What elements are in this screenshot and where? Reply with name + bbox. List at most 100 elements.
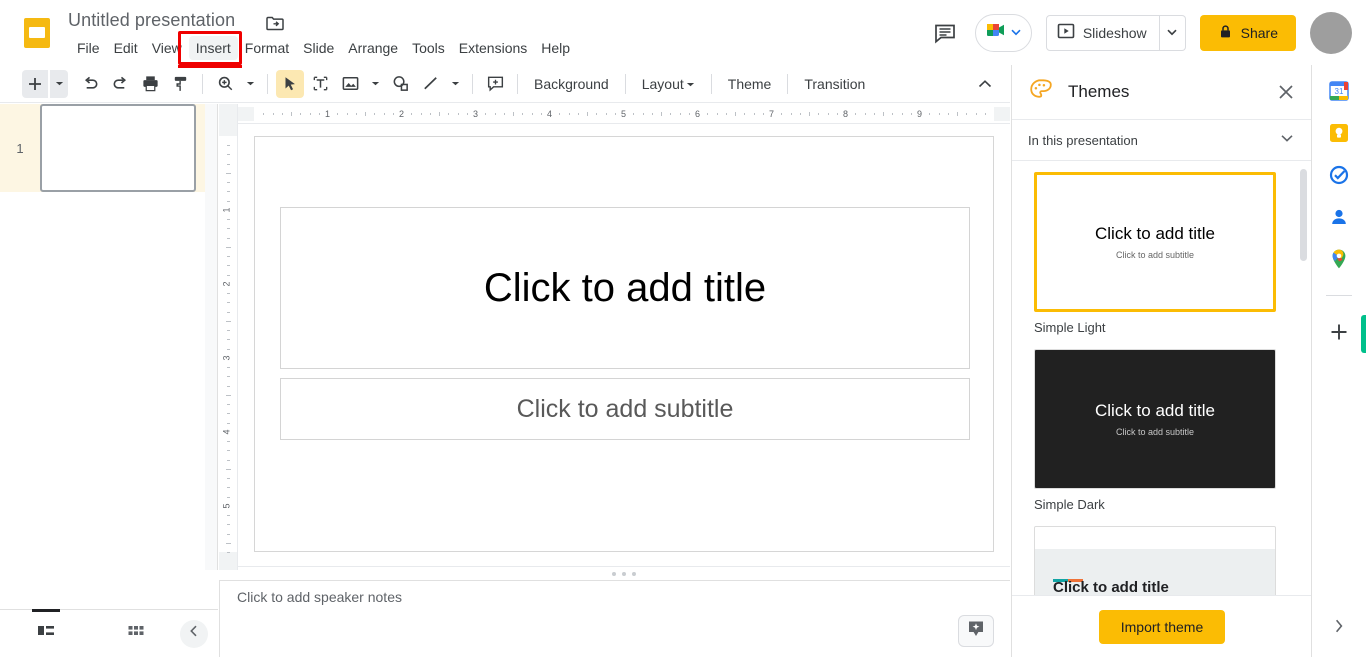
collapse-filmstrip-button[interactable] — [180, 619, 208, 648]
select-tool-button[interactable] — [276, 69, 304, 98]
ruler-tick — [227, 145, 230, 147]
theme-button[interactable]: Theme — [720, 72, 780, 96]
move-to-folder-icon[interactable] — [265, 13, 285, 33]
splitter-dot — [632, 571, 636, 576]
themes-panel-footer: Import theme — [1012, 595, 1312, 657]
slide-filmstrip[interactable]: 1 — [0, 104, 218, 570]
slideshow-button[interactable]: Slideshow — [1045, 14, 1160, 51]
themes-section-toggle[interactable]: In this presentation — [1012, 119, 1311, 161]
ruler-tick — [281, 113, 283, 115]
ruler-tick — [227, 330, 230, 332]
menu-tools[interactable]: Tools — [405, 36, 452, 60]
ruler-tick — [227, 237, 230, 239]
slide-surface[interactable]: Click to add title Click to add subtitle — [254, 136, 994, 552]
themes-list[interactable]: Click to add title Click to add subtitle… — [1012, 162, 1312, 657]
insert-image-button[interactable] — [336, 70, 364, 98]
ruler-tick — [227, 228, 230, 230]
background-button[interactable]: Background — [526, 72, 617, 96]
chevron-left-icon — [187, 624, 201, 643]
title-placeholder[interactable]: Click to add title — [280, 207, 970, 369]
ruler-tick — [300, 113, 302, 115]
menu-file[interactable]: File — [70, 36, 107, 60]
zoom-options-button[interactable] — [241, 70, 259, 98]
slide-thumbnail[interactable] — [40, 104, 196, 192]
undo-button[interactable] — [76, 70, 104, 98]
gemini-assist-button[interactable] — [958, 615, 994, 647]
zoom-button[interactable] — [211, 70, 239, 98]
ruler-tick — [503, 113, 505, 115]
add-comment-button[interactable] — [481, 70, 509, 98]
redo-button[interactable] — [106, 70, 134, 98]
speaker-notes-pane[interactable]: Click to add speaker notes — [219, 580, 1010, 657]
ruler-tick — [781, 113, 783, 115]
collapse-toolbar-button[interactable] — [972, 71, 998, 97]
ruler-tick — [725, 113, 727, 115]
top-bar: Untitled presentation File Edit View Ins… — [0, 0, 1366, 65]
ruler-tick — [227, 376, 230, 378]
ruler-tick — [411, 113, 413, 115]
print-button[interactable] — [136, 70, 164, 98]
shape-button[interactable] — [386, 70, 414, 98]
menu-arrange[interactable]: Arrange — [341, 36, 405, 60]
import-theme-button[interactable]: Import theme — [1098, 609, 1226, 644]
new-slide-options-button[interactable] — [50, 69, 68, 98]
transition-button[interactable]: Transition — [796, 72, 873, 96]
filmstrip-scrollbar[interactable] — [205, 104, 217, 570]
close-icon[interactable] — [1275, 81, 1297, 103]
google-keep-icon[interactable] — [1327, 121, 1351, 145]
google-contacts-icon[interactable] — [1327, 205, 1351, 229]
theme-preview-card[interactable]: Click to add title Click to add subtitle — [1034, 349, 1276, 489]
ruler-tick — [227, 191, 230, 193]
side-apps-rail: 31 — [1311, 65, 1366, 657]
toolbar-divider — [472, 73, 473, 94]
ruler-tick — [355, 113, 357, 115]
grid-view-button[interactable] — [114, 616, 158, 652]
ruler-tick — [227, 339, 230, 341]
theme-item-simple-light[interactable]: Click to add title Click to add subtitle… — [1034, 172, 1288, 335]
menu-slide[interactable]: Slide — [296, 36, 341, 60]
avatar[interactable] — [1310, 11, 1352, 54]
bottom-left-bar — [0, 608, 218, 657]
notes-splitter[interactable] — [238, 566, 1010, 580]
toolbar-divider — [787, 73, 789, 94]
layout-button[interactable]: Layout — [634, 72, 703, 96]
theme-preview-card[interactable]: Click to add title Click to add subtitle — [1034, 172, 1276, 312]
ruler-tick — [227, 515, 230, 517]
subtitle-placeholder[interactable]: Click to add subtitle — [280, 378, 970, 440]
paint-format-button[interactable] — [166, 70, 194, 98]
ruler-tick — [485, 113, 487, 115]
filmstrip-view-button[interactable] — [24, 608, 68, 652]
menu-insert[interactable]: Insert — [188, 36, 238, 60]
new-slide-button[interactable] — [22, 69, 48, 98]
share-button[interactable]: Share — [1199, 14, 1296, 51]
comment-history-icon[interactable] — [925, 13, 965, 53]
text-box-button[interactable] — [306, 70, 334, 98]
ruler-tick — [975, 113, 977, 115]
ruler-label: 7 — [769, 109, 775, 119]
menu-format[interactable]: Format — [238, 36, 296, 60]
theme-item-simple-dark[interactable]: Click to add title Click to add subtitle… — [1034, 349, 1288, 512]
google-tasks-icon[interactable] — [1327, 163, 1351, 187]
menu-extensions[interactable]: Extensions — [452, 36, 534, 60]
expand-rail-button[interactable] — [1326, 615, 1352, 641]
slideshow-options-button[interactable] — [1159, 14, 1186, 51]
insert-image-options-button[interactable] — [366, 70, 384, 98]
slide-canvas-area[interactable]: Click to add title Click to add subtitle — [238, 124, 1010, 570]
filmstrip-slide-1[interactable]: 1 — [0, 104, 217, 192]
ruler-label: 1 — [325, 109, 331, 119]
page-title[interactable]: Untitled presentation — [68, 10, 235, 31]
menu-help[interactable]: Help — [534, 36, 577, 60]
plus-icon[interactable] — [1327, 320, 1351, 344]
line-button[interactable] — [416, 70, 444, 98]
menu-view[interactable]: View — [145, 36, 189, 60]
google-calendar-icon[interactable]: 31 — [1327, 79, 1351, 103]
ruler-tick — [799, 113, 801, 115]
google-maps-icon[interactable] — [1327, 247, 1351, 271]
menu-edit[interactable]: Edit — [107, 36, 145, 60]
ruler-tick — [938, 113, 940, 115]
themes-panel-title: Themes — [1068, 82, 1130, 101]
line-options-button[interactable] — [446, 70, 464, 98]
theme-preview-title: Click to add title — [1095, 224, 1215, 243]
google-meet-button[interactable] — [974, 13, 1032, 52]
themes-panel-scrollbar[interactable] — [1300, 169, 1307, 261]
